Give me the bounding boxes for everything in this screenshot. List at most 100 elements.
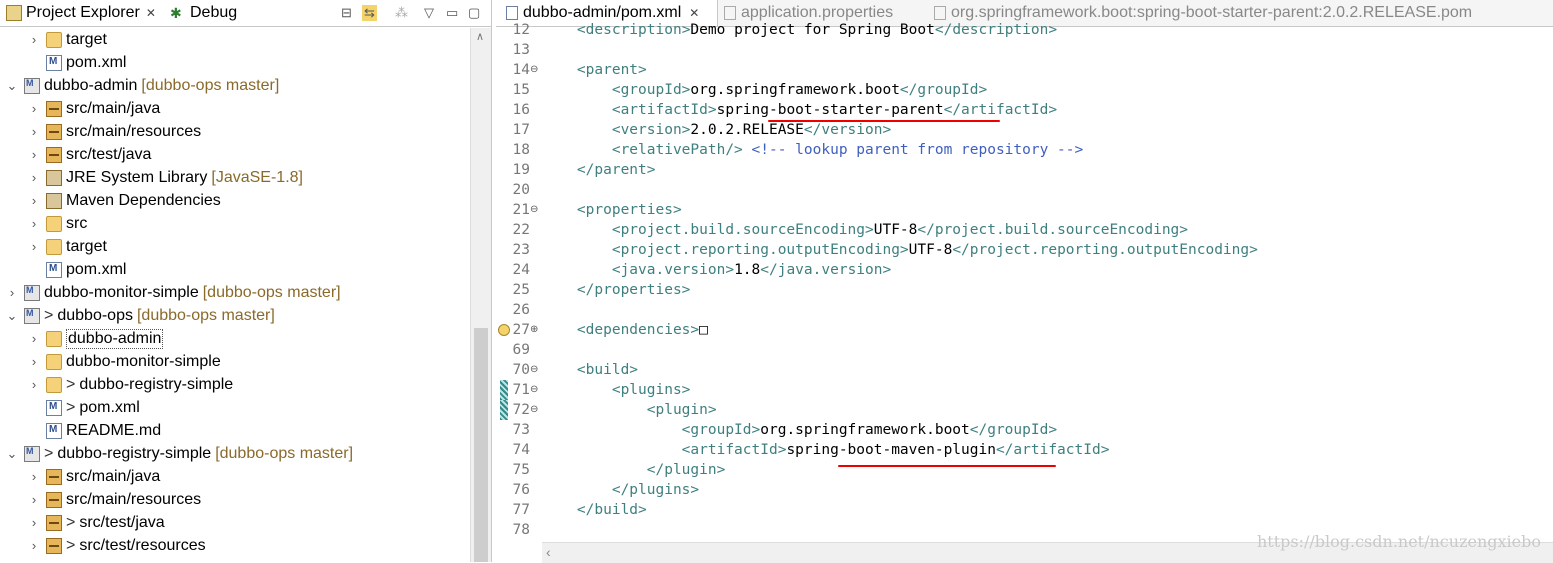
- tree-item[interactable]: › > src/test/java: [28, 511, 165, 534]
- chevron-right-icon[interactable]: ›: [6, 285, 18, 300]
- bug-icon: ✱: [170, 5, 182, 21]
- tree-item[interactable]: › src/main/java: [28, 97, 160, 120]
- tree-item[interactable]: › src: [28, 212, 87, 235]
- warning-marker-icon[interactable]: [498, 324, 510, 336]
- chevron-down-icon[interactable]: ⌄: [6, 308, 18, 324]
- chevron-down-icon[interactable]: ⌄: [6, 446, 18, 462]
- project-explorer-icon: [6, 5, 22, 21]
- line-number: 73: [512, 422, 530, 438]
- chevron-right-icon[interactable]: ›: [28, 170, 40, 185]
- tree-item[interactable]: ⌄ dubbo-admin[dubbo-ops master]: [6, 74, 279, 97]
- collapse-fold-icon[interactable]: ⊖: [530, 60, 539, 80]
- chevron-down-icon[interactable]: ⌄: [6, 78, 18, 94]
- chevron-right-icon[interactable]: ›: [28, 492, 40, 507]
- line-number: 69: [512, 342, 530, 358]
- tree-item[interactable]: › JRE System Library [JavaSE-1.8]: [28, 166, 303, 189]
- close-icon[interactable]: ✕: [146, 6, 156, 20]
- tab-project-explorer[interactable]: Project Explorer ✕: [6, 0, 156, 26]
- chevron-right-icon[interactable]: ›: [28, 101, 40, 116]
- chevron-right-icon[interactable]: ›: [28, 377, 40, 392]
- tree-item[interactable]: ⌄ >dubbo-ops[dubbo-ops master]: [6, 304, 275, 327]
- code-line: </parent>: [542, 160, 656, 180]
- chevron-right-icon[interactable]: ›: [28, 538, 40, 553]
- xml-tag: <artifactId>: [542, 442, 787, 458]
- annotation-underline-plugin: [838, 465, 1056, 467]
- chevron-right-icon[interactable]: ›: [28, 32, 40, 47]
- scroll-left-icon[interactable]: ‹: [546, 544, 551, 560]
- filter-icon[interactable]: ⁂: [395, 5, 408, 21]
- editor-panel: dubbo-admin/pom.xml ✕ application.proper…: [496, 0, 1553, 563]
- chevron-right-icon[interactable]: ›: [28, 124, 40, 139]
- xml-value: org.springframework.boot: [760, 422, 970, 438]
- tab-label: Project Explorer: [26, 4, 140, 21]
- tree-item-label: JRE System Library: [66, 168, 208, 186]
- chevron-right-icon[interactable]: ›: [28, 147, 40, 162]
- code-area[interactable]: <description>Demo project for Spring Boo…: [542, 22, 1553, 542]
- tree-item[interactable]: › src/test/java: [28, 143, 151, 166]
- code-line: <parent>: [542, 60, 647, 80]
- change-marker: [500, 400, 508, 420]
- tree-item[interactable]: › Maven Dependencies: [28, 189, 221, 212]
- tree-item[interactable]: › > src/test/resources: [28, 534, 206, 557]
- collapse-all-icon[interactable]: ⊟: [341, 5, 352, 21]
- tree-item[interactable]: › target: [28, 235, 107, 258]
- tree-item[interactable]: pom.xml: [28, 258, 126, 281]
- code-line: <relativePath/> <!-- lookup parent from …: [542, 140, 1083, 160]
- line-number: 13: [512, 42, 530, 58]
- scrollbar-thumb[interactable]: [474, 328, 488, 562]
- package-folder-icon: [46, 123, 62, 140]
- pom-file-icon: [46, 261, 62, 278]
- project-icon: [24, 77, 40, 94]
- xml-tag: </project.reporting.outputEncoding>: [952, 242, 1258, 258]
- scroll-up-icon[interactable]: ∧: [476, 30, 484, 43]
- code-line: <properties>: [542, 200, 682, 220]
- xml-tag: </plugins>: [542, 482, 700, 498]
- package-folder-icon: [46, 514, 62, 531]
- tab-debug[interactable]: ✱ Debug: [170, 0, 237, 26]
- tree-scrollbar[interactable]: ∧: [470, 28, 491, 562]
- tree-item[interactable]: › target: [28, 28, 107, 51]
- chevron-right-icon[interactable]: ›: [28, 515, 40, 530]
- tree-item[interactable]: pom.xml: [28, 51, 126, 74]
- tree-item[interactable]: >pom.xml: [28, 396, 140, 419]
- xml-tag: <plugin>: [542, 402, 717, 418]
- tree-item[interactable]: › src/main/resources: [28, 488, 201, 511]
- expand-fold-icon[interactable]: ⊕: [530, 320, 539, 340]
- tree-item[interactable]: README.md: [28, 419, 161, 442]
- collapse-fold-icon[interactable]: ⊖: [530, 200, 539, 220]
- tree-item[interactable]: › src/main/java: [28, 465, 160, 488]
- xml-value: org.springframework.boot: [690, 82, 900, 98]
- link-editor-icon[interactable]: ⇆: [362, 5, 377, 21]
- tree-item[interactable]: › dubbo-admin: [28, 327, 164, 350]
- chevron-right-icon[interactable]: ›: [28, 354, 40, 369]
- chevron-right-icon[interactable]: ›: [28, 469, 40, 484]
- code-line: <groupId>org.springframework.boot</group…: [542, 420, 1057, 440]
- collapse-fold-icon[interactable]: ⊖: [530, 360, 539, 380]
- view-menu-icon[interactable]: ▽: [424, 5, 434, 21]
- xml-tag: <project.reporting.outputEncoding>: [542, 242, 909, 258]
- tree-item[interactable]: › src/main/resources: [28, 120, 201, 143]
- xml-tag: </plugin>: [542, 462, 726, 478]
- left-tab-bar: Project Explorer ✕ ✱ Debug ⊟ ⇆ ⁂ ▽ ▭ ▢: [0, 0, 491, 27]
- tree-item-label: src/test/java: [79, 513, 165, 531]
- chevron-right-icon[interactable]: ›: [28, 239, 40, 254]
- close-icon[interactable]: ✕: [689, 6, 699, 20]
- code-line: <groupId>org.springframework.boot</group…: [542, 80, 987, 100]
- collapse-fold-icon[interactable]: ⊖: [530, 400, 539, 420]
- code-line: </plugins>: [542, 480, 699, 500]
- maximize-icon[interactable]: ▢: [468, 5, 480, 21]
- git-dirty-marker: >: [66, 536, 76, 554]
- pom-file-icon: [46, 54, 62, 71]
- chevron-right-icon[interactable]: ›: [28, 331, 40, 346]
- tree-item-label: src/test/resources: [79, 536, 206, 554]
- package-folder-icon: [46, 537, 62, 554]
- minimize-icon[interactable]: ▭: [446, 5, 458, 21]
- tree-item[interactable]: › dubbo-monitor-simple[dubbo-ops master]: [6, 281, 341, 304]
- chevron-right-icon[interactable]: ›: [28, 193, 40, 208]
- tree-item[interactable]: › dubbo-monitor-simple: [28, 350, 221, 373]
- collapse-fold-icon[interactable]: ⊖: [530, 380, 539, 400]
- chevron-right-icon[interactable]: ›: [28, 216, 40, 231]
- tree-item[interactable]: › > dubbo-registry-simple: [28, 373, 233, 396]
- tree-item[interactable]: ⌄ >dubbo-registry-simple[dubbo-ops master…: [6, 442, 353, 465]
- xml-tag: </version>: [803, 122, 892, 138]
